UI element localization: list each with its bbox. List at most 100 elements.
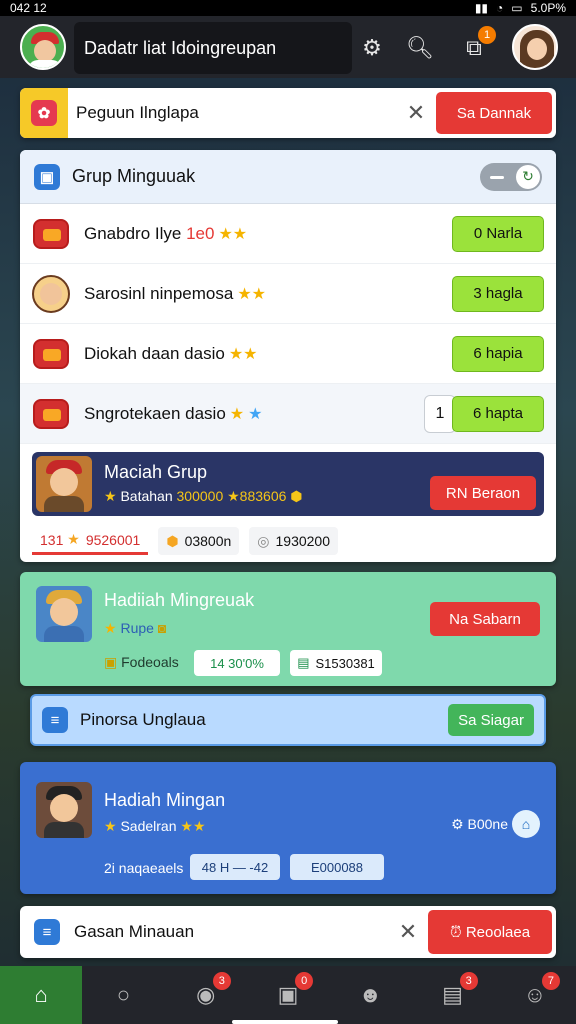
nav-badge: 7 — [541, 972, 560, 990]
row-action-button[interactable]: 0 Narla — [452, 215, 544, 252]
status-bar: 042 12 ▮▮ ◔ ▭ 5.0P% — [0, 0, 576, 16]
star-icon: ★ — [104, 818, 117, 834]
nav-badge: 3 — [212, 972, 231, 990]
info-bar-label: Pinorsa Unglaua — [80, 710, 206, 729]
weekly-card-pill-1: 48 H — -42 — [190, 854, 280, 880]
row-label: Sarosinl ninpemosa — [84, 283, 234, 303]
group-reward-value: 300000 ★883606 — [176, 488, 287, 504]
document-icon: ≡ — [34, 919, 60, 945]
flag-icon: ▣ — [34, 163, 60, 190]
home-icon[interactable]: ⌂ — [512, 810, 540, 838]
weekly-card-pill-2: E000088 — [290, 854, 384, 880]
group-panel-title: Grup Minguuak — [72, 166, 196, 186]
weekly-card-line: 2i naqaeaels — [104, 860, 184, 876]
nav-badge: 3 — [459, 972, 478, 990]
reward-tabs: 131 ★ 9526001 ⬢ 03800n ◎ 1930200 — [32, 524, 544, 558]
nav-home[interactable]: ⌂ — [0, 966, 83, 1024]
bottom-banner-button-label: Reoolaea — [465, 923, 531, 941]
tab-points[interactable]: ◎ 1930200 — [249, 527, 339, 555]
coin-icon: ⬢ — [166, 532, 179, 549]
star-blue-icon: ★ — [248, 405, 263, 423]
row-action-button[interactable]: 6 hapia — [452, 335, 544, 372]
character-icon — [32, 274, 70, 313]
weekly-pill-id-text: S1530381 — [315, 655, 375, 671]
bottom-banner: ≡ Gasan Minauan ✕ ⏰︎ Reoolaea — [20, 906, 556, 958]
refresh-icon: ↻ — [516, 164, 540, 189]
star-icon: ★ — [104, 488, 117, 504]
group-toggle[interactable]: ↻ — [480, 162, 542, 191]
star-icon: ★ — [229, 405, 245, 423]
tab-value: 03800n — [184, 533, 232, 549]
group-reward-button[interactable]: RN Beraon — [430, 476, 536, 510]
tab-count[interactable]: 131 ★ 9526001 — [32, 527, 149, 555]
signal-icon: ▮▮ — [474, 1, 489, 15]
tab-coins[interactable]: ⬢ 03800n — [158, 527, 240, 555]
tab-count-label: 131 — [40, 531, 64, 548]
gift-icon: ▣ — [277, 982, 299, 1007]
nav-search[interactable]: ○ — [82, 966, 164, 1024]
status-time: 042 12 — [10, 1, 47, 15]
settings-icon[interactable]: ⚙ — [358, 34, 386, 62]
group-avatar — [36, 456, 92, 512]
row-action-button[interactable]: 3 hagla — [452, 275, 544, 312]
info-bar-button[interactable]: Sa Siagar — [448, 704, 534, 736]
list-item: Sngrotekaen dasio ★ ★ 1 6 hapta — [20, 384, 556, 444]
nav-gifts[interactable]: ▣ 0 — [247, 966, 329, 1024]
star-icon: ★★ — [228, 345, 258, 363]
weekly-card-title: Hadiah Mingan — [104, 790, 226, 810]
row-label: Diokah daan dasio — [84, 343, 225, 363]
search-icon: ○ — [116, 982, 131, 1007]
tab-value: 9526001 — [85, 531, 141, 548]
list-item: Sarosinl ninpemosa ★★ 3 hagla — [20, 264, 556, 324]
wifi-icon: ◔ — [496, 1, 504, 15]
row-action-button[interactable]: 6 hapta — [452, 395, 544, 432]
nav-badge: 0 — [295, 972, 314, 990]
list-item: Gnabdro Ilye 1e0 ★★ 0 Narla — [20, 204, 556, 264]
bottom-banner-label: Gasan Minauan — [74, 922, 195, 941]
row-label: Gnabdro Ilye — [84, 223, 182, 243]
nav-chat[interactable]: ◉ 3 — [165, 966, 247, 1024]
coin-icon: ◙ — [157, 620, 167, 636]
home-icon: ⌂ — [34, 982, 48, 1007]
top-bar: Dadatr liat Idoingreupan ⚙ 🔍︎ ⧉ 1 — [0, 16, 576, 78]
weekly-reward-sub: Rupe — [120, 620, 154, 636]
row-extra: 1e0 — [186, 223, 215, 243]
notification-badge: 1 — [478, 26, 496, 44]
chest-icon — [33, 338, 69, 369]
close-icon[interactable]: ✕ — [396, 100, 436, 126]
bottom-banner-button[interactable]: ⏰︎ Reoolaea — [428, 910, 552, 954]
group-reward-subtitle: Batahan — [120, 488, 173, 504]
weekly-line-label: Fodeoals — [121, 654, 179, 670]
star-icon: ★★ — [237, 285, 266, 303]
weekly-avatar — [36, 782, 92, 838]
tab-value: 1930200 — [275, 533, 331, 549]
user-avatar[interactable] — [20, 24, 66, 70]
page-title: Dadatr liat Idoingreupan — [74, 22, 352, 74]
weekly-reward-title: Hadiiah Mingreuak — [104, 590, 255, 610]
bell-icon: ⏰︎ — [449, 923, 462, 941]
star-icon: ★ — [67, 531, 80, 547]
weekly-reward-card: Hadiiah Mingreuak ★ Rupe ◙ Na Sabarn ▣ F… — [20, 572, 556, 686]
close-icon[interactable]: ✕ — [388, 919, 428, 945]
share-icon[interactable]: ⧉ 1 — [460, 26, 496, 62]
row-label: Sngrotekaen dasio — [84, 403, 226, 423]
home-indicator — [232, 1020, 338, 1024]
weekly-pill-percent: 14 30'0% — [194, 650, 280, 676]
group-reward-title: Maciah Grup — [104, 462, 208, 482]
nav-pet[interactable]: ☻ — [329, 966, 411, 1024]
coin-icon: ▣ — [104, 654, 118, 670]
info-bar: ≡ Pinorsa Unglaua Sa Siagar — [30, 694, 546, 746]
nav-profile[interactable]: ☺ 7 — [494, 966, 576, 1024]
chat-icon: ◉ — [196, 982, 216, 1007]
weekly-pill-id: ▤ S1530381 — [290, 650, 382, 676]
gear-icon: ⚙ — [451, 816, 464, 832]
search-icon[interactable]: 🔍︎ — [406, 34, 434, 62]
top-banner-button[interactable]: Sa Dannak — [436, 92, 552, 134]
weekly-reward-button[interactable]: Na Sabarn — [430, 602, 540, 636]
star-icon: ★★ — [218, 225, 248, 243]
weekly-card: Hadiah Mingan ★ Sadelran ★★ ⚙ B00ne ⌂ 2i… — [20, 762, 556, 894]
nav-list[interactable]: ▤ 3 — [411, 966, 493, 1024]
bottom-nav: ⌂ ○ ◉ 3 ▣ 0 ☻ ▤ 3 ☺ 7 — [0, 966, 576, 1024]
list-icon: ▤ — [442, 982, 463, 1007]
profile-avatar[interactable] — [512, 24, 558, 70]
